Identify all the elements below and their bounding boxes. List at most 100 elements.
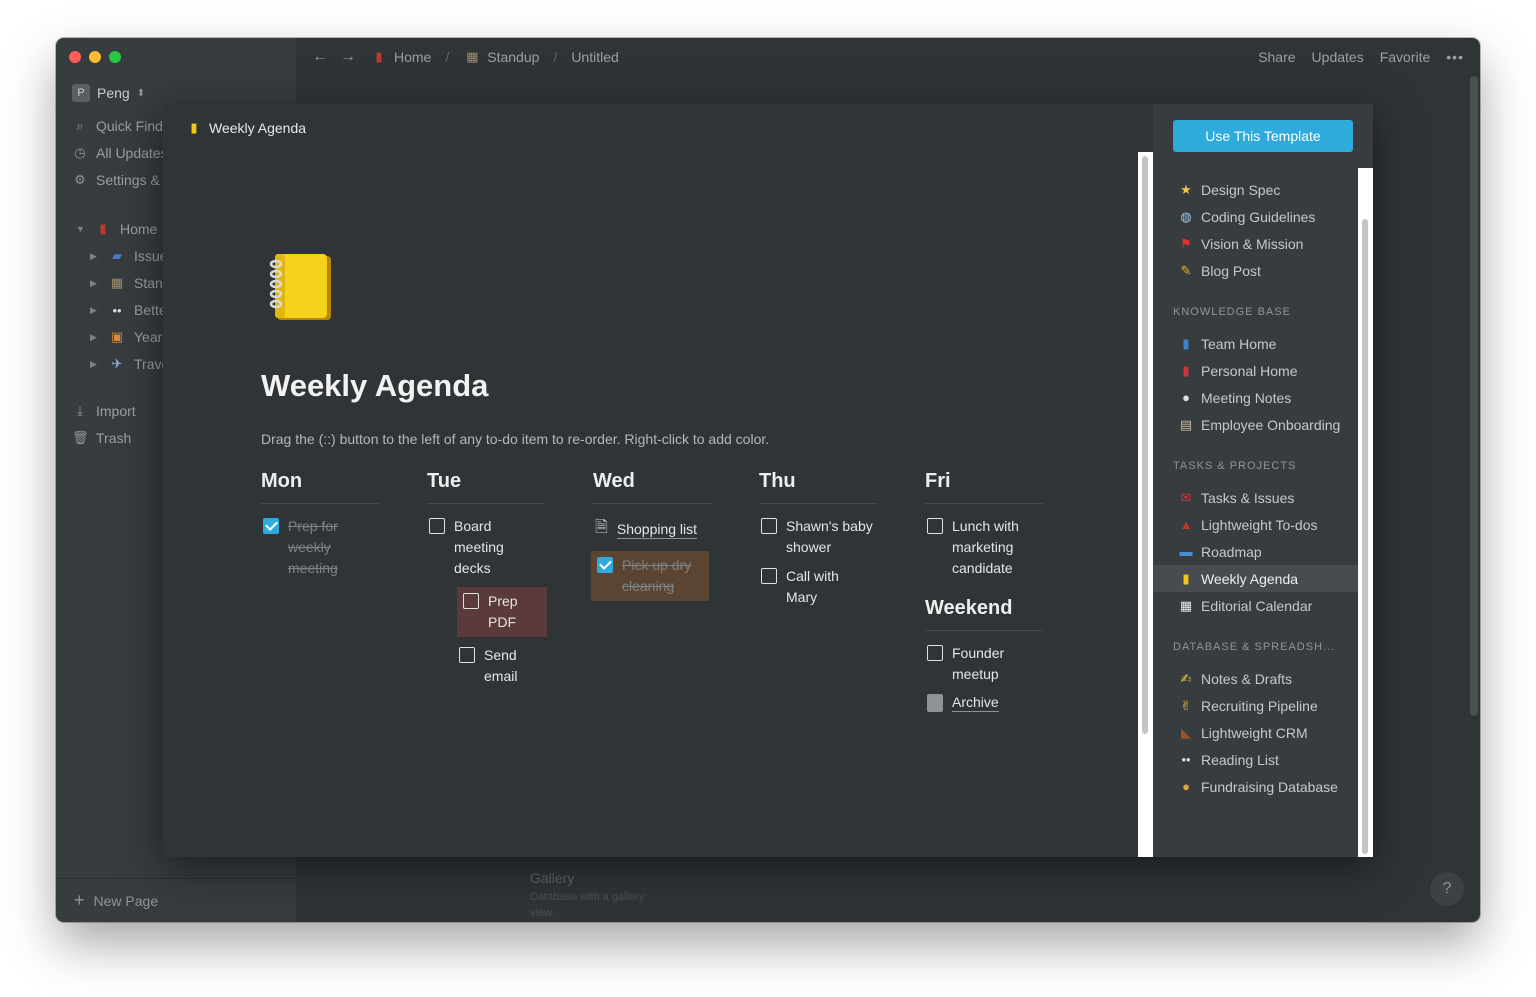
- template-item[interactable]: ▬ Roadmap: [1153, 538, 1358, 565]
- page-link[interactable]: 🗎 Shopping list: [593, 516, 711, 543]
- template-item[interactable]: ✍ Notes & Drafts: [1153, 665, 1358, 692]
- page-link-text[interactable]: Archive: [952, 693, 999, 712]
- help-button[interactable]: ?: [1430, 872, 1464, 906]
- workspace-switcher[interactable]: P Peng ⬍: [72, 84, 145, 102]
- favorite-button[interactable]: Favorite: [1380, 49, 1431, 65]
- template-item[interactable]: ✎ Blog Post: [1153, 257, 1358, 284]
- preview-scrollbar-thumb[interactable]: [1142, 156, 1148, 734]
- minimize-window-button[interactable]: [89, 51, 101, 63]
- zoom-window-button[interactable]: [109, 51, 121, 63]
- sidebar-item-home[interactable]: ▼ ▮ Home: [76, 221, 157, 237]
- window-controls: [69, 51, 121, 63]
- template-item[interactable]: ▮ Personal Home: [1153, 357, 1358, 384]
- todo-item[interactable]: Send email: [457, 645, 545, 687]
- template-item[interactable]: ▤ Employee Onboarding: [1153, 411, 1358, 438]
- checkbox[interactable]: [429, 518, 445, 534]
- todo-text[interactable]: Board meeting decks: [454, 516, 514, 579]
- template-item[interactable]: ● Meeting Notes: [1153, 384, 1358, 411]
- checkbox[interactable]: [761, 518, 777, 534]
- template-item[interactable]: ✌ Recruiting Pipeline: [1153, 692, 1358, 719]
- chevron-right-icon[interactable]: ▶: [90, 305, 100, 316]
- chevron-right-icon[interactable]: ▶: [90, 278, 100, 289]
- template-item[interactable]: ⚑ Vision & Mission: [1153, 230, 1358, 257]
- more-options-icon[interactable]: •••: [1446, 49, 1464, 65]
- sidebar-all-updates[interactable]: ◷ All Updates: [72, 145, 167, 161]
- checkbox[interactable]: [927, 518, 943, 534]
- section-header: TASKS & PROJECTS: [1173, 460, 1297, 472]
- todo-item[interactable]: Pick up dry cleaning: [591, 551, 709, 601]
- section-header: DATABASE & SPREADSH...: [1173, 641, 1336, 653]
- breadcrumb-untitled[interactable]: Untitled: [571, 49, 618, 65]
- template-item[interactable]: ▦ Editorial Calendar: [1153, 592, 1358, 619]
- todo-item[interactable]: Prep for weekly meeting: [261, 516, 379, 579]
- page-link[interactable]: Archive: [925, 693, 1043, 712]
- calendar-icon: ▦: [1179, 597, 1193, 613]
- template-list: ★ Design Spec ◍ Coding Guidelines ⚑ Visi…: [1153, 176, 1358, 800]
- sidebar-import[interactable]: ⤓ Import: [72, 403, 136, 419]
- template-list-scrollbar-thumb[interactable]: [1362, 219, 1368, 854]
- chevron-right-icon[interactable]: ▶: [90, 332, 100, 343]
- workspace-name: Peng: [97, 85, 130, 101]
- checkbox-checked[interactable]: [597, 557, 613, 573]
- chevron-down-icon[interactable]: ▼: [76, 224, 86, 234]
- checkbox[interactable]: [927, 645, 943, 661]
- sidebar-item-travel[interactable]: ▶ ✈ Travel: [90, 356, 172, 372]
- template-item[interactable]: ▮ Team Home: [1153, 330, 1358, 357]
- todo-item[interactable]: Call with Mary: [759, 566, 877, 608]
- todo-text[interactable]: Send email: [484, 645, 524, 687]
- day-heading: Wed: [593, 470, 711, 504]
- forward-arrow-icon[interactable]: →: [340, 48, 356, 66]
- sidebar-item-better[interactable]: ▶ •• Better: [90, 302, 171, 318]
- window-scrollbar[interactable]: [1470, 76, 1478, 716]
- template-item[interactable]: •• Reading List: [1153, 746, 1358, 773]
- todo-text[interactable]: Call with Mary: [786, 566, 852, 608]
- template-item[interactable]: ◣ Lightweight CRM: [1153, 719, 1358, 746]
- todo-item[interactable]: Lunch with marketing candidate: [925, 516, 1043, 579]
- template-label: Team Home: [1201, 335, 1277, 352]
- todo-text[interactable]: Lunch with marketing candidate: [952, 516, 1030, 579]
- day-column-tue: Tue Board meeting decks Prep PDF Send em…: [427, 470, 547, 695]
- todo-text[interactable]: Founder meetup: [952, 643, 1014, 685]
- close-window-button[interactable]: [69, 51, 81, 63]
- sidebar-item-year[interactable]: ▶ ▣ Year: [90, 329, 162, 345]
- day-heading: Mon: [261, 470, 379, 504]
- todo-item[interactable]: Founder meetup: [925, 643, 1043, 685]
- use-template-button[interactable]: Use This Template: [1173, 120, 1353, 152]
- checkbox[interactable]: [459, 647, 475, 663]
- todo-item[interactable]: Shawn's baby shower: [759, 516, 877, 558]
- todo-item[interactable]: Prep PDF: [457, 587, 547, 637]
- red-book-icon: ▮: [99, 221, 107, 236]
- template-item[interactable]: ● Fundraising Database: [1153, 773, 1358, 800]
- sidebar-quick-find[interactable]: ⌕ Quick Find: [72, 118, 163, 134]
- todo-text[interactable]: Prep for weekly meeting: [288, 516, 377, 579]
- template-item[interactable]: ★ Design Spec: [1153, 176, 1358, 203]
- todo-item[interactable]: Board meeting decks: [427, 516, 545, 579]
- template-item[interactable]: ▲ Lightweight To-dos: [1153, 511, 1358, 538]
- todo-text[interactable]: Shawn's baby shower: [786, 516, 874, 558]
- template-item-selected[interactable]: ▮ Weekly Agenda: [1153, 565, 1358, 592]
- updates-button[interactable]: Updates: [1312, 49, 1364, 65]
- chevron-right-icon[interactable]: ▶: [90, 359, 100, 370]
- template-item[interactable]: ◍ Coding Guidelines: [1153, 203, 1358, 230]
- checkbox[interactable]: [761, 568, 777, 584]
- victory-hand-icon: ✌: [1180, 697, 1192, 713]
- template-item[interactable]: ✉ Tasks & Issues: [1153, 484, 1358, 511]
- page-icon: 🗎: [595, 519, 608, 536]
- day-column-thu: Thu Shawn's baby shower Call with Mary: [759, 470, 877, 616]
- checkbox[interactable]: [463, 593, 479, 609]
- breadcrumb-home[interactable]: Home: [394, 49, 431, 65]
- checkbox-checked[interactable]: [263, 518, 279, 534]
- chevron-right-icon[interactable]: ▶: [90, 251, 100, 262]
- page-link-text[interactable]: Shopping list: [616, 520, 698, 539]
- notebook-icon: ▮: [1182, 570, 1190, 586]
- breadcrumb-standup[interactable]: Standup: [487, 49, 539, 65]
- sidebar-trash[interactable]: 🗑 Trash: [72, 430, 131, 446]
- sidebar-item-issues[interactable]: ▶ ▰ Issues: [90, 248, 174, 264]
- sidebar-settings[interactable]: ⚙ Settings &: [72, 172, 160, 188]
- back-arrow-icon[interactable]: ←: [312, 48, 328, 66]
- todo-text[interactable]: Prep PDF: [488, 591, 528, 633]
- new-page-button[interactable]: + New Page: [56, 878, 296, 922]
- share-button[interactable]: Share: [1258, 49, 1295, 65]
- template-label: Notes & Drafts: [1201, 670, 1293, 687]
- todo-text[interactable]: Pick up dry cleaning: [622, 555, 702, 597]
